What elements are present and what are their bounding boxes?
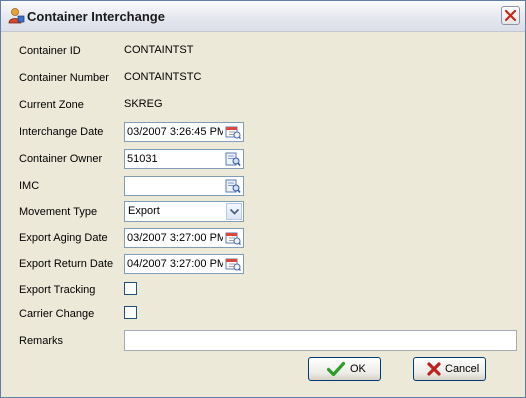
- container-number-label: Container Number: [19, 72, 109, 84]
- window-title: Container Interchange: [27, 9, 165, 24]
- movement-type-select[interactable]: Export: [124, 201, 244, 222]
- export-tracking-label: Export Tracking: [19, 284, 96, 296]
- interchange-date-label: Interchange Date: [19, 126, 104, 138]
- container-id-label: Container ID: [19, 45, 81, 57]
- container-id-value: CONTAINTST: [124, 44, 194, 56]
- imc-field[interactable]: [124, 176, 244, 196]
- chevron-down-icon: [230, 209, 239, 215]
- export-return-date-value: 04/2007 3:27:00 PM: [127, 258, 223, 270]
- calendar-icon[interactable]: [225, 230, 242, 246]
- remarks-field[interactable]: [124, 330, 517, 351]
- x-icon: [426, 361, 442, 380]
- lookup-icon[interactable]: [225, 178, 241, 194]
- calendar-icon[interactable]: [225, 256, 242, 272]
- movement-type-label: Movement Type: [19, 206, 98, 218]
- title-bar[interactable]: Container Interchange: [1, 1, 525, 32]
- container-owner-field[interactable]: 51031: [124, 149, 244, 169]
- container-number-value: CONTAINTSTC: [124, 71, 202, 83]
- current-zone-label: Current Zone: [19, 99, 84, 111]
- cancel-button-label: Cancel: [445, 363, 480, 375]
- imc-label: IMC: [19, 180, 40, 192]
- container-owner-value: 51031: [127, 153, 158, 165]
- movement-type-value: Export: [128, 205, 160, 217]
- container-owner-label: Container Owner: [19, 153, 103, 165]
- carrier-change-label: Carrier Change: [19, 308, 95, 320]
- form-body: Container ID CONTAINTST Container Number…: [1, 32, 525, 397]
- current-zone-value: SKREG: [124, 98, 163, 110]
- dropdown-button[interactable]: [226, 203, 242, 220]
- export-return-date-label: Export Return Date: [19, 258, 114, 270]
- cancel-button[interactable]: Cancel: [413, 357, 486, 381]
- app-user-icon: [7, 7, 25, 25]
- export-tracking-checkbox[interactable]: [124, 282, 137, 295]
- check-icon: [326, 361, 346, 380]
- ok-button-label: OK: [350, 363, 366, 375]
- export-return-date-field[interactable]: 04/2007 3:27:00 PM: [124, 254, 244, 274]
- calendar-icon[interactable]: [225, 124, 242, 140]
- remarks-label: Remarks: [19, 335, 64, 347]
- close-button[interactable]: [501, 6, 520, 25]
- export-aging-date-value: 03/2007 3:27:00 PM: [127, 232, 223, 244]
- export-aging-date-label: Export Aging Date: [19, 232, 108, 244]
- interchange-date-field[interactable]: 03/2007 3:26:45 PM: [124, 122, 244, 142]
- carrier-change-checkbox[interactable]: [124, 306, 137, 319]
- close-icon: [505, 10, 516, 21]
- dialog-window: Container Interchange Container ID CONTA…: [0, 0, 526, 398]
- lookup-icon[interactable]: [225, 151, 241, 167]
- interchange-date-value: 03/2007 3:26:45 PM: [127, 126, 223, 138]
- export-aging-date-field[interactable]: 03/2007 3:27:00 PM: [124, 228, 244, 248]
- ok-button[interactable]: OK: [308, 357, 381, 381]
